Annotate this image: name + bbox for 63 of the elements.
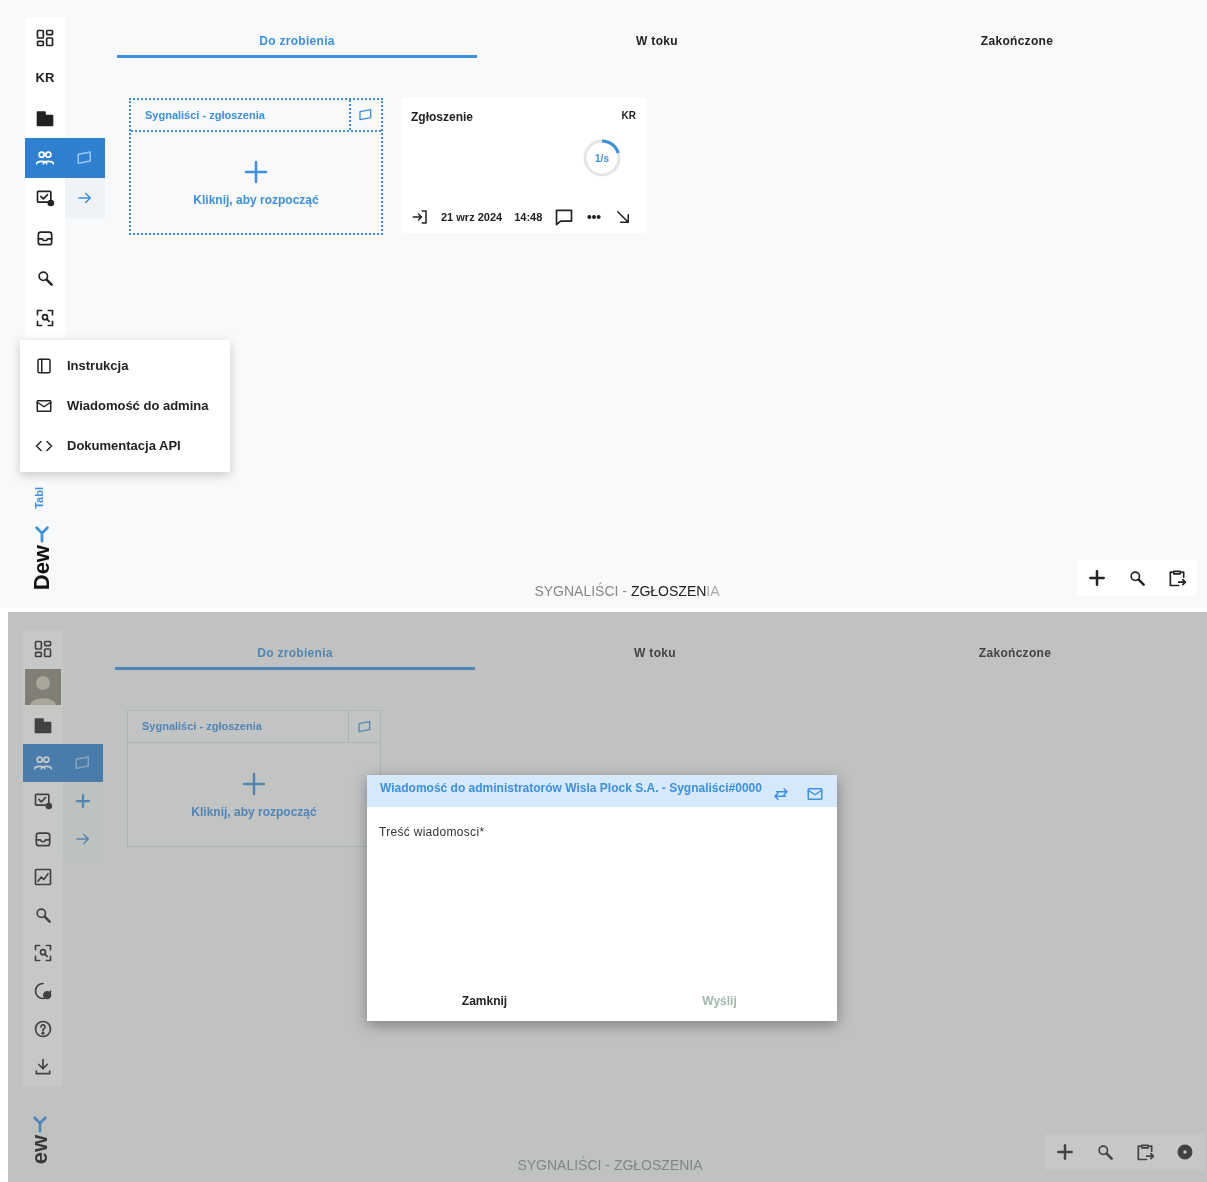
task-icon: [35, 188, 55, 208]
dashboard-icon: [33, 639, 53, 659]
search-icon[interactable]: [1095, 1142, 1115, 1162]
dialog-title: Wiadomość do administratorów Wisla Plock S.A. - Sygnaliści#0000: [380, 780, 762, 797]
chat-icon[interactable]: [554, 207, 575, 227]
sidebar-item[interactable]: [25, 98, 65, 138]
field-label: Treść wiadomosci*: [379, 824, 485, 841]
scan-icon: [33, 943, 53, 963]
dashboard-icon: [35, 28, 55, 48]
mail-icon[interactable]: [806, 785, 824, 803]
task-date: 21 wrz 2024: [441, 209, 503, 225]
help-icon: [33, 1019, 53, 1039]
mail-icon: [35, 397, 53, 415]
inbox-icon: [35, 228, 55, 248]
sidebar-item[interactable]: [25, 178, 65, 218]
logo-text: Dew: [31, 544, 53, 590]
start-prompt: Kliknij, aby rozpocząć: [193, 191, 319, 209]
sidebar-item[interactable]: [23, 630, 63, 668]
folder-icon[interactable]: [358, 107, 374, 123]
menu-item[interactable]: Dokumentacja API: [20, 426, 230, 466]
clipboard-icon[interactable]: [1135, 1142, 1155, 1162]
progress-ring: 1/s: [582, 138, 622, 178]
dialog-button[interactable]: Zamknij: [367, 981, 602, 1021]
card-title: Sygnaliści - zgłoszenia: [144, 107, 266, 123]
sidebar-item[interactable]: [25, 298, 65, 338]
logo-text: ew: [29, 1134, 51, 1164]
logo-mark-icon: [31, 1114, 49, 1133]
tab[interactable]: W toku: [477, 26, 837, 58]
task-title: Zgłoszenie: [411, 109, 473, 126]
book-icon: [35, 357, 53, 375]
task-icon: [33, 791, 53, 811]
menu-item[interactable]: Instrukcja: [20, 346, 230, 386]
logo-mark-icon: [33, 524, 51, 543]
download-icon: [33, 1057, 53, 1077]
menu-item[interactable]: Wiadomość do admina: [20, 386, 230, 426]
tab[interactable]: Zakończone: [835, 638, 1195, 670]
plus-icon[interactable]: [1087, 568, 1107, 588]
login-icon[interactable]: [411, 208, 429, 226]
inbox-icon: [33, 829, 53, 849]
search-icon[interactable]: [1127, 568, 1147, 588]
assignee-initials: KR: [621, 109, 636, 123]
message-field[interactable]: Treść wiadomosci*: [379, 823, 825, 933]
plus-icon[interactable]: [1055, 1142, 1075, 1162]
footer-title: SYGNALIŚCI - ZGŁOSZENIA: [517, 1155, 703, 1175]
card-title: Sygnaliści - zgłoszenia: [141, 719, 263, 735]
chart-icon: [33, 867, 53, 887]
task-card[interactable]: Zgłoszenie KR 1/s 21 wrz 2024 14:48: [401, 98, 646, 233]
sidebar-item[interactable]: [25, 18, 65, 58]
clipboard-icon[interactable]: [1167, 568, 1187, 588]
tab[interactable]: W toku: [475, 638, 835, 670]
sidebar-item[interactable]: KR: [25, 58, 65, 98]
scan-icon: [35, 308, 55, 328]
people-icon: [35, 148, 55, 168]
footer-title: SYGNALIŚCI - ZGŁOSZENIA: [534, 581, 720, 601]
sidebar-item[interactable]: [23, 706, 63, 744]
search-icon: [35, 268, 55, 288]
search-icon: [33, 905, 53, 925]
people-icon: [33, 753, 53, 773]
swap-icon[interactable]: [772, 785, 790, 803]
task-time: 14:48: [514, 209, 543, 225]
tab[interactable]: Zakończone: [837, 26, 1197, 58]
sidebar-item[interactable]: [23, 782, 63, 820]
start-prompt: Kliknij, aby rozpocząć: [191, 803, 317, 821]
